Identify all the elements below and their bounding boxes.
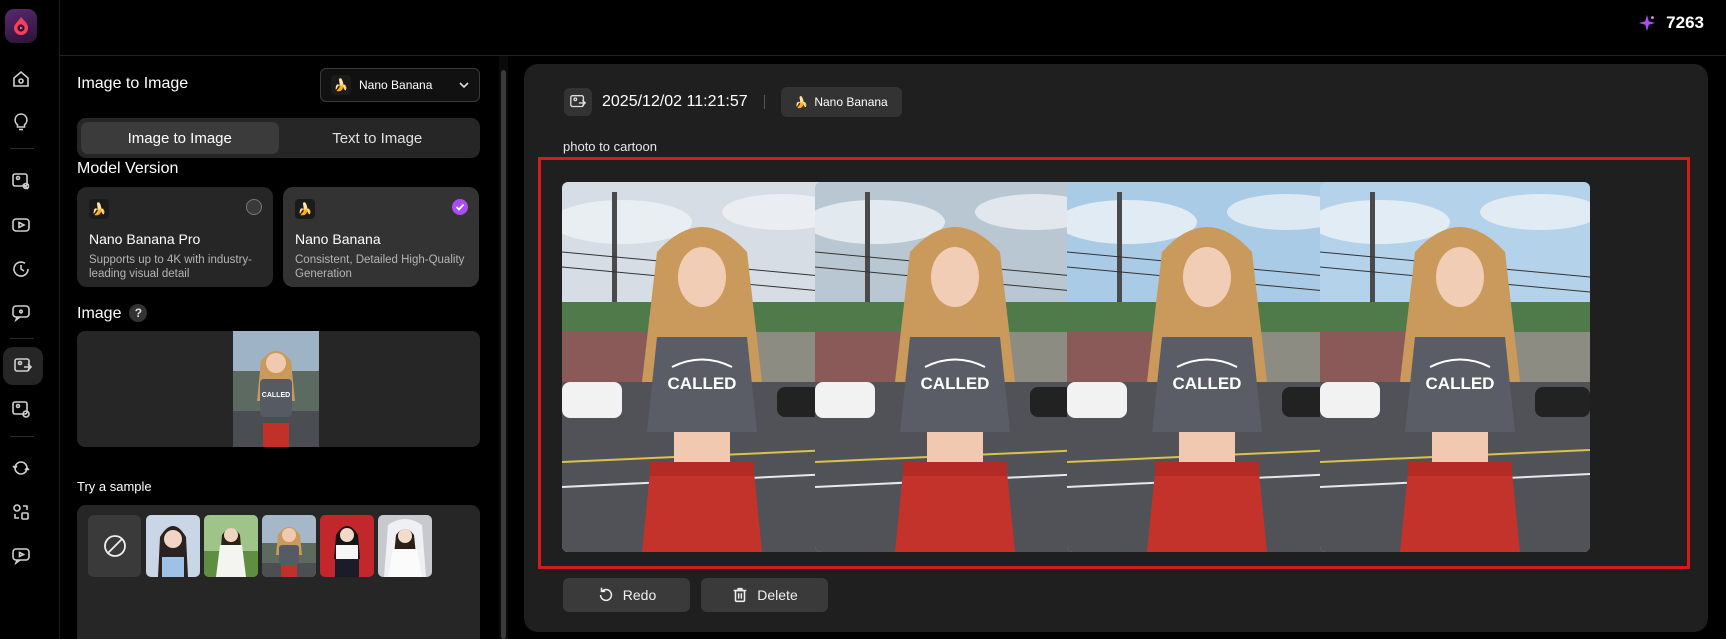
svg-text:CALLED: CALLED xyxy=(1425,374,1494,393)
history-icon[interactable] xyxy=(7,255,35,283)
face-swap-icon[interactable] xyxy=(7,454,35,482)
highlight-frame: CALLED CALLED CALLED CALLED xyxy=(538,157,1690,569)
rail-divider xyxy=(10,338,34,339)
image-settings-icon[interactable] xyxy=(7,395,35,423)
icon-rail xyxy=(0,0,60,639)
result-card: 2025/12/02 11:21:57 🍌 Nano Banana photo … xyxy=(524,64,1708,632)
sample-thumbnail[interactable] xyxy=(146,515,200,577)
no-sample-button[interactable] xyxy=(88,515,141,577)
sample-thumbnail[interactable] xyxy=(378,515,432,577)
model-description: Supports up to 4K with industry-leading … xyxy=(89,254,252,280)
image-to-image-icon[interactable] xyxy=(3,347,43,385)
banana-icon: 🍌 xyxy=(331,75,351,95)
model-name: Nano Banana Pro xyxy=(89,231,201,247)
model-name: Nano Banana xyxy=(295,231,381,247)
model-description: Consistent, Detailed High-Quality Genera… xyxy=(295,254,465,280)
model-dropdown[interactable]: 🍌 Nano Banana xyxy=(320,68,480,102)
panel-scrollbar[interactable] xyxy=(499,56,508,639)
generated-image[interactable]: CALLED xyxy=(814,182,1085,552)
tab-image-to-image[interactable]: Image to Image xyxy=(81,122,279,154)
svg-text:CALLED: CALLED xyxy=(262,392,290,399)
model-version-label: Model Version xyxy=(77,160,179,177)
video-icon[interactable] xyxy=(7,211,35,239)
redo-icon xyxy=(599,587,612,602)
rail-divider xyxy=(10,436,34,437)
sample-thumbnail[interactable] xyxy=(204,515,258,577)
home-icon[interactable] xyxy=(7,65,35,93)
generated-image[interactable]: CALLED xyxy=(562,182,832,552)
image-edit-icon[interactable] xyxy=(7,167,35,195)
model-dropdown-value: Nano Banana xyxy=(359,78,433,92)
top-bar: 7263 xyxy=(0,0,1726,56)
sparkle-icon xyxy=(1639,14,1656,32)
generated-image[interactable]: CALLED xyxy=(1319,182,1590,552)
sample-strip xyxy=(77,505,480,639)
settings-panel: Image to Image 🍌 Nano Banana Image to Im… xyxy=(60,56,500,639)
sample-thumbnail[interactable] xyxy=(262,515,316,577)
trash-icon xyxy=(733,587,747,603)
model-radio-selected[interactable] xyxy=(452,199,468,215)
app-logo[interactable] xyxy=(5,9,37,43)
help-icon[interactable]: ? xyxy=(129,304,148,322)
result-model-name: Nano Banana xyxy=(814,95,888,109)
image-label: Image xyxy=(77,305,122,322)
credits-count: 7263 xyxy=(1666,13,1704,32)
svg-text:CALLED: CALLED xyxy=(1173,374,1242,393)
svg-text:CALLED: CALLED xyxy=(668,374,737,393)
transform-icon[interactable] xyxy=(7,498,35,526)
banana-icon: 🍌 xyxy=(89,199,109,219)
samples-label: Try a sample xyxy=(77,479,152,494)
chevron-down-icon xyxy=(459,82,469,89)
delete-label: Delete xyxy=(757,587,798,603)
prohibited-icon xyxy=(103,535,126,557)
image-section-heading: Image? xyxy=(77,304,148,323)
model-card-nano-banana[interactable]: 🍌 Nano Banana Consistent, Detailed High-… xyxy=(283,187,479,287)
chat-icon[interactable] xyxy=(7,298,35,326)
result-prompt: photo to cartoon xyxy=(563,139,657,154)
credits-display[interactable]: 7263 xyxy=(1638,13,1704,33)
result-model-badge: 🍌 Nano Banana xyxy=(780,87,902,117)
image-upload-area[interactable]: CALLED xyxy=(77,331,480,447)
generated-image[interactable]: CALLED xyxy=(1067,182,1337,552)
svg-text:CALLED: CALLED xyxy=(920,374,989,393)
result-meta: 2025/12/02 11:21:57 🍌 Nano Banana xyxy=(564,86,902,118)
tab-text-to-image[interactable]: Text to Image xyxy=(279,122,477,154)
meta-divider xyxy=(763,95,765,109)
redo-button[interactable]: Redo xyxy=(563,578,690,612)
delete-button[interactable]: Delete xyxy=(701,578,828,612)
lightbulb-icon[interactable] xyxy=(7,108,35,136)
video-chat-icon[interactable] xyxy=(7,541,35,569)
rail-divider xyxy=(10,148,34,149)
panel-title: Image to Image xyxy=(77,75,189,92)
sample-thumbnail[interactable] xyxy=(320,515,374,577)
result-timestamp: 2025/12/02 11:21:57 xyxy=(602,93,748,110)
scrollbar-thumb[interactable] xyxy=(501,70,506,639)
banana-icon: 🍌 xyxy=(794,96,809,109)
uploaded-image-thumbnail: CALLED xyxy=(233,331,319,447)
banana-icon: 🍌 xyxy=(295,199,315,219)
model-radio-unselected[interactable] xyxy=(246,199,262,215)
check-icon xyxy=(455,203,465,211)
redo-label: Redo xyxy=(622,587,657,603)
mode-tabs: Image to Image Text to Image xyxy=(77,118,480,158)
model-card-nano-banana-pro[interactable]: 🍌 Nano Banana Pro Supports up to 4K with… xyxy=(77,187,273,287)
image-to-image-icon xyxy=(564,88,592,116)
